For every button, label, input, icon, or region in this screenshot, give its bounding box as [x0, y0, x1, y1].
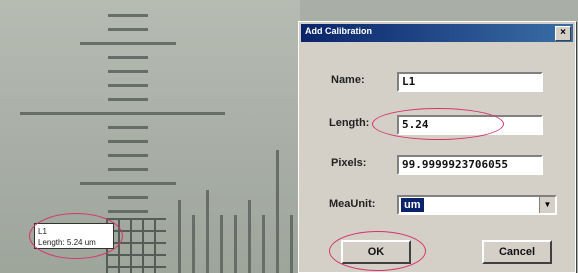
calibration-slide-image: L1 Length: 5.24 um: [0, 0, 300, 273]
pixels-label: Pixels:: [331, 157, 367, 169]
meaunit-label: MeaUnit:: [329, 198, 376, 210]
dialog-titlebar[interactable]: Add Calibration ×: [301, 24, 573, 42]
scale-mark: [220, 215, 223, 273]
scale-mark: [80, 42, 176, 45]
add-calibration-dialog: Add Calibration × Name: L1 Length: 5.24 …: [298, 21, 576, 273]
scale-mark: [108, 70, 148, 73]
scale-mark: [108, 168, 148, 171]
close-icon[interactable]: ×: [555, 26, 571, 41]
scale-mark: [108, 210, 148, 213]
scale-mark: [108, 28, 148, 31]
scale-mark: [108, 98, 148, 101]
scale-mark: [108, 126, 148, 129]
name-label: Name:: [331, 74, 365, 86]
meaunit-value: um: [401, 198, 424, 212]
highlight-ellipse: [329, 231, 426, 271]
highlight-ellipse: [29, 213, 123, 259]
meaunit-select[interactable]: um ▼: [397, 195, 557, 215]
scale-mark: [108, 140, 148, 143]
scale-mark: [276, 150, 279, 273]
scale-mark: [108, 154, 148, 157]
scale-mark: [80, 182, 176, 185]
scale-mark: [192, 215, 195, 273]
scale-mark: [20, 112, 225, 115]
pixels-field[interactable]: 99.9999923706055: [397, 155, 543, 175]
name-field[interactable]: L1: [397, 72, 543, 92]
dropdown-arrow-icon[interactable]: ▼: [539, 197, 555, 213]
cancel-button[interactable]: Cancel: [482, 240, 552, 264]
scale-mark: [108, 14, 148, 17]
scale-mark: [108, 196, 148, 199]
scale-mark: [178, 200, 181, 273]
scale-mark: [290, 215, 293, 273]
length-label: Length:: [329, 117, 370, 129]
scale-mark: [108, 56, 148, 59]
dialog-title: Add Calibration: [305, 26, 372, 36]
scale-mark: [108, 84, 148, 87]
scale-mark: [262, 215, 265, 273]
scale-mark: [206, 190, 209, 273]
scale-mark: [248, 200, 251, 273]
scale-mark: [234, 215, 237, 273]
highlight-ellipse: [372, 108, 504, 140]
